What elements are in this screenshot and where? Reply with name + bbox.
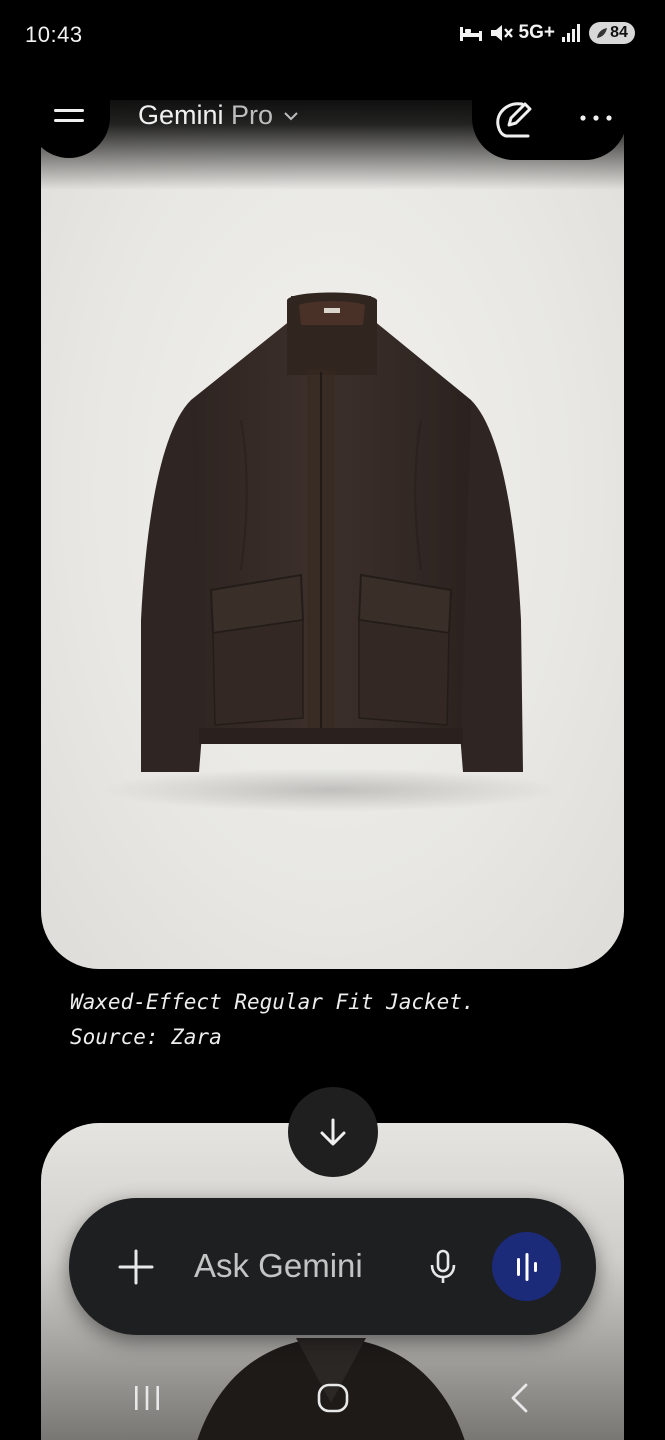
jacket-image — [101, 292, 561, 812]
back-icon — [511, 1383, 528, 1413]
status-bar: 10:43 5G+ 84 — [0, 0, 665, 70]
composer-bar — [69, 1198, 596, 1335]
caption-title: Waxed-Effect Regular Fit Jacket. — [70, 990, 475, 1014]
battery-saver-icon — [597, 28, 608, 38]
recents-icon — [135, 1386, 159, 1410]
image-caption: Waxed-Effect Regular Fit Jacket. Source:… — [70, 985, 610, 1055]
new-chat-icon — [496, 102, 532, 138]
home-icon — [317, 1383, 349, 1413]
status-icons: 5G+ 84 — [459, 22, 635, 44]
back-button[interactable] — [491, 1376, 547, 1420]
signal-icon — [562, 24, 580, 42]
model-tier-text: Pro — [231, 100, 274, 130]
caption-source: Source: Zara — [70, 1025, 222, 1049]
arrow-down-icon — [320, 1118, 346, 1146]
model-selector[interactable]: Gemini Pro — [138, 100, 299, 131]
gemini-live-button[interactable] — [492, 1232, 561, 1301]
screen: 10:43 5G+ 84 Gemini Pro Waxed-Effect Reg… — [0, 0, 665, 1440]
menu-button[interactable] — [28, 74, 110, 158]
home-button[interactable] — [305, 1376, 361, 1420]
sleep-mode-icon — [459, 27, 482, 41]
model-name-text: Gemini — [138, 100, 224, 130]
add-attachment-button[interactable] — [111, 1242, 161, 1292]
more-icon — [580, 115, 612, 121]
recents-button[interactable] — [119, 1376, 175, 1420]
live-icon — [516, 1252, 537, 1281]
chevron-down-icon — [284, 111, 298, 120]
more-button[interactable] — [573, 98, 619, 138]
model-name: Gemini Pro — [138, 100, 273, 131]
prompt-input[interactable] — [194, 1244, 414, 1288]
system-navigation-bar — [0, 1360, 665, 1440]
battery-icon: 84 — [589, 22, 635, 44]
plus-icon — [118, 1249, 154, 1285]
menu-icon — [54, 109, 84, 122]
scroll-to-bottom-button[interactable] — [288, 1087, 378, 1177]
mic-icon — [430, 1249, 456, 1283]
product-image-card[interactable] — [41, 100, 624, 969]
network-type: 5G+ — [518, 22, 555, 43]
mute-icon — [490, 25, 513, 41]
battery-level: 84 — [610, 24, 628, 41]
voice-input-button[interactable] — [421, 1242, 465, 1292]
new-chat-button[interactable] — [489, 96, 537, 142]
status-time: 10:43 — [25, 22, 83, 47]
